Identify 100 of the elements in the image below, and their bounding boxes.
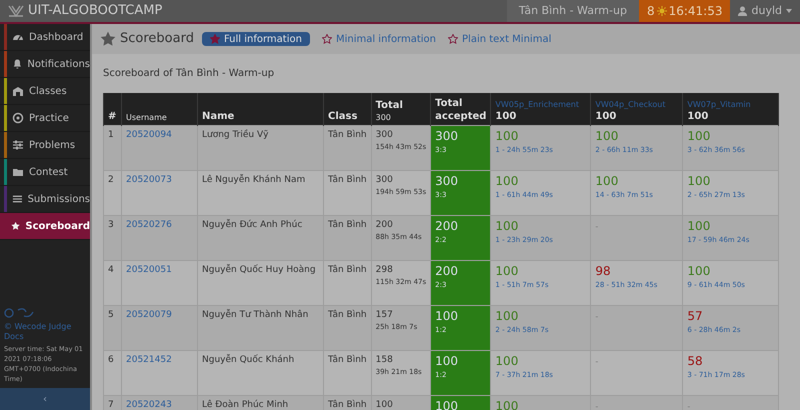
star-icon [210,34,220,44]
username-link[interactable]: 20520276 [126,220,172,230]
wecode-docs-link[interactable]: © Wecode Judge Docs [4,322,86,342]
class-name: Tân Bình [328,130,367,140]
username-link[interactable]: 20520073 [126,174,172,184]
sidebar-item[interactable]: Notifications [0,51,90,78]
sidebar-item[interactable]: Dashboard [0,24,90,51]
problem-score: - [595,310,600,322]
view-tab[interactable]: Minimal information [322,32,436,46]
problem-score: - [595,400,600,410]
username-link[interactable]: 20520051 [126,264,172,274]
class-name: Tân Bình [328,310,367,320]
max-score: 300 [376,112,392,122]
problem-score: 100 [495,398,520,410]
bell-icon [12,58,22,70]
problem-score: 100 [595,128,620,144]
total-score: 158 [376,354,394,366]
star-icon [100,31,116,47]
problem-score: 100 [495,308,520,324]
student-name: Nguyễn Quốc Huy Hoàng [202,264,316,274]
star-icon [11,220,20,232]
student-name: Lê Đoàn Phúc Minh [202,400,288,410]
class-name: Tân Bình [328,354,367,364]
total-score: 300 [376,174,394,186]
column-header: Name [202,110,236,122]
student-name: Nguyễn Đức Anh Phúc [202,220,302,230]
problem-score: 100 [687,174,712,188]
sliders-icon [12,139,24,151]
scoreboard-caption: Scoreboard of Tân Bình - Warm-up [103,67,276,81]
total-score: 298 [376,264,394,276]
problem-score: 100 [495,174,520,188]
app-title: UIT-ALGOBOOTCAMP [28,2,162,20]
rank: 5 [108,310,114,320]
user-menu[interactable]: duyld [730,0,800,22]
rank: 3 [108,220,114,230]
sun-icon [656,6,667,16]
list-icon [12,193,23,205]
problem-score: - [595,220,600,232]
class-name: Tân Bình [328,220,367,230]
max-score: 100 [595,110,618,122]
user-icon [738,6,748,16]
star-icon [448,34,458,44]
username-link[interactable]: 20520094 [126,130,172,140]
rank: 7 [108,400,114,410]
problem-link[interactable]: VW04p_Checkout [595,100,678,110]
problem-link[interactable]: VW07p_Vitamin [687,100,774,110]
column-header: Total [376,98,404,112]
rank: 1 [108,130,114,140]
student-name: Nguyễn Tư Thành Nhân [202,310,308,320]
problem-score: 57 [687,308,704,324]
username-link[interactable]: 20521452 [126,354,172,364]
total-score: 300 [376,128,394,142]
total-score: 200 [376,218,394,232]
caret-icon [786,9,792,13]
total-score: 157 [376,308,394,322]
problem-score: 100 [687,218,712,234]
rank: 4 [108,264,114,274]
building-icon [12,85,24,97]
problem-score: 100 [495,354,520,368]
username-link[interactable]: 20520079 [126,310,172,320]
max-score: 100 [495,110,518,122]
class-name: Tân Bình [328,174,367,184]
class-name: Tân Bình [328,400,367,410]
problem-score: 100 [495,264,520,278]
accepted-cell: 100 [430,395,491,410]
column-header: Class [328,110,358,122]
target-icon [12,112,24,124]
student-name: Lê Nguyễn Khánh Nam [202,174,306,184]
view-tab[interactable]: Plain text Minimal [448,32,552,46]
sidebar-item[interactable]: Classes [0,78,90,105]
problem-score: 100 [495,218,520,234]
class-name: Tân Bình [328,264,367,274]
sidebar-item[interactable]: Contest [0,159,90,186]
contest-name: Tân Bình - Warm-up [506,0,639,22]
problem-score: 98 [595,264,612,278]
student-name: Nguyễn Quốc Khánh [202,354,294,364]
problem-score: 58 [687,354,704,368]
view-tab[interactable]: Full information [202,32,310,46]
sidebar-item[interactable]: Scoreboard [0,213,90,240]
rank: 6 [108,354,114,364]
logo-icon [8,4,24,18]
problem-link[interactable]: VW05p_Enrichement [495,100,586,110]
column-header: # [108,110,117,122]
star-icon [322,34,332,44]
rank: 2 [108,174,114,184]
total-score: 100 [376,398,394,410]
problem-score: 100 [687,264,712,278]
sidebar-item[interactable]: Problems [0,132,90,159]
countdown-badge: 8 16:41:53 [638,0,730,22]
problem-score: 100 [495,128,520,144]
problem-score: - [687,400,692,410]
sidebar-item[interactable]: Submissions [0,186,90,213]
problem-score: 100 [595,174,620,188]
sidebar-item[interactable]: Practice [0,105,90,132]
max-score: 100 [687,110,710,122]
collapse-sidebar-button[interactable]: ‹ [0,388,90,410]
folder-icon [12,166,24,178]
column-header: Username [126,112,168,122]
problem-score: - [595,356,600,368]
page-title: Scoreboard [120,30,194,48]
